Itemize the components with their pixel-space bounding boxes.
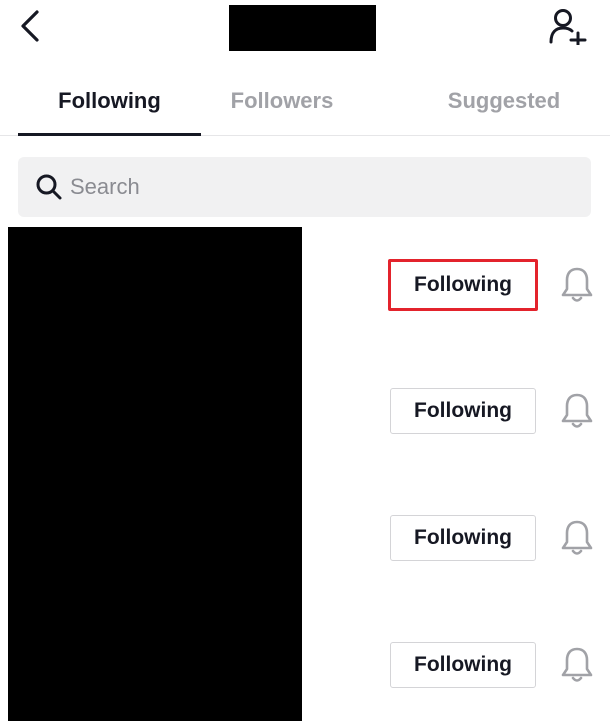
following-button[interactable]: Following — [390, 388, 536, 434]
following-button[interactable]: Following — [388, 259, 538, 311]
redacted-user-info — [8, 227, 302, 721]
search-input[interactable] — [70, 174, 550, 200]
chevron-left-icon — [21, 10, 39, 42]
following-button[interactable]: Following — [390, 642, 536, 688]
tab-followers[interactable]: Followers — [200, 70, 364, 135]
notification-bell-button[interactable] — [558, 264, 596, 306]
bell-icon — [561, 393, 593, 428]
tab-followers-label: Followers — [230, 88, 334, 113]
notification-bell-button[interactable] — [558, 390, 596, 432]
bell-icon — [561, 520, 593, 555]
top-bar — [0, 0, 610, 60]
search-bar[interactable] — [18, 157, 591, 217]
active-tab-indicator — [18, 133, 201, 136]
back-button[interactable] — [14, 8, 46, 44]
following-button[interactable]: Following — [390, 515, 536, 561]
search-icon — [34, 172, 64, 202]
tab-following-label: Following — [58, 88, 161, 113]
add-user-icon — [549, 9, 587, 45]
notification-bell-button[interactable] — [558, 517, 596, 559]
redacted-username-title — [229, 5, 376, 51]
tab-bar: Following Followers Suggested — [0, 70, 610, 136]
following-list: Following Following Following Following — [0, 227, 610, 721]
bell-icon — [561, 647, 593, 682]
add-user-button[interactable] — [546, 6, 590, 46]
tab-suggested[interactable]: Suggested — [420, 70, 588, 135]
tab-following[interactable]: Following — [18, 70, 201, 135]
bell-icon — [561, 267, 593, 302]
tab-suggested-label: Suggested — [447, 88, 561, 113]
notification-bell-button[interactable] — [558, 644, 596, 686]
